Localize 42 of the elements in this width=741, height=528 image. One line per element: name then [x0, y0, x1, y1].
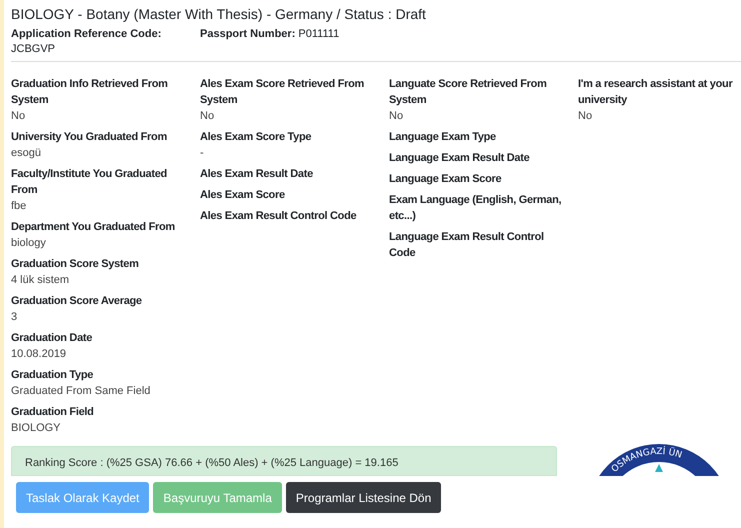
field-label: Graduation Type	[11, 368, 94, 383]
ranking-score: Ranking Score : (%25 GSA) 76.66 + (%50 Ales) + (%25 Language) = 19.165	[11, 446, 557, 476]
field-label: Graduation Field	[11, 405, 95, 420]
action-button[interactable]: Başvuruyu Tamamla	[153, 482, 282, 513]
field-text: Passport Number: P011111	[200, 27, 340, 42]
field-label: Language Exam Type	[389, 130, 497, 145]
field-value: fbe	[11, 199, 28, 214]
field-label: Ales Exam Score Type	[200, 130, 312, 145]
field-value: No	[578, 109, 594, 124]
action-button[interactable]: Programlar Listesine Dön	[286, 482, 442, 513]
field-label: Ales Exam Result Control Code	[200, 209, 358, 224]
action-button[interactable]: Taslak Olarak Kaydet	[16, 482, 150, 513]
field-value: JCBGVP	[11, 42, 56, 57]
field-value: biology	[11, 236, 47, 251]
field-value: esogü	[11, 146, 42, 161]
page-title: BIOLOGY - Botany (Master With Thesis) - Germany / Status : Draft	[11, 5, 427, 23]
field-label: I'm a research assistant at your university	[578, 77, 734, 108]
field-label: Exam Language (English, German, etc...)	[389, 193, 562, 224]
field-label: Application Reference Code:	[11, 27, 162, 42]
field-label: University You Graduated From	[11, 130, 168, 145]
field-label: Department You Graduated From	[11, 220, 176, 235]
field-value: Graduated From Same Field	[11, 384, 152, 399]
field-label: Graduation Score System	[11, 257, 140, 272]
field-label: Faculty/Institute You Graduated From	[11, 167, 168, 198]
field-label: Language Exam Result Control Code	[389, 230, 545, 261]
field-label: Graduation Score Average	[11, 294, 143, 309]
field-label: Ales Exam Result Date	[200, 167, 314, 182]
field-label: Ales Exam Score	[200, 188, 286, 203]
field-label: Languate Score Retrieved From System	[389, 77, 548, 108]
field-value: BIOLOGY	[11, 421, 62, 436]
field-value: -	[200, 146, 205, 161]
field-label: Language Exam Score	[389, 172, 502, 187]
field-value: 4 lük sistem	[11, 273, 70, 288]
field-label: Ales Exam Score Retrieved From System	[200, 77, 366, 108]
field-label: Graduation Info Retrieved From System	[11, 77, 169, 108]
field-value: No	[200, 109, 216, 124]
field-value: No	[11, 109, 26, 124]
field-label: Graduation Date	[11, 331, 94, 346]
field-value: 3	[11, 310, 18, 325]
field-value: 10.08.2019	[11, 347, 68, 362]
field-label: Language Exam Result Date	[389, 151, 530, 166]
field-value: No	[389, 109, 404, 124]
